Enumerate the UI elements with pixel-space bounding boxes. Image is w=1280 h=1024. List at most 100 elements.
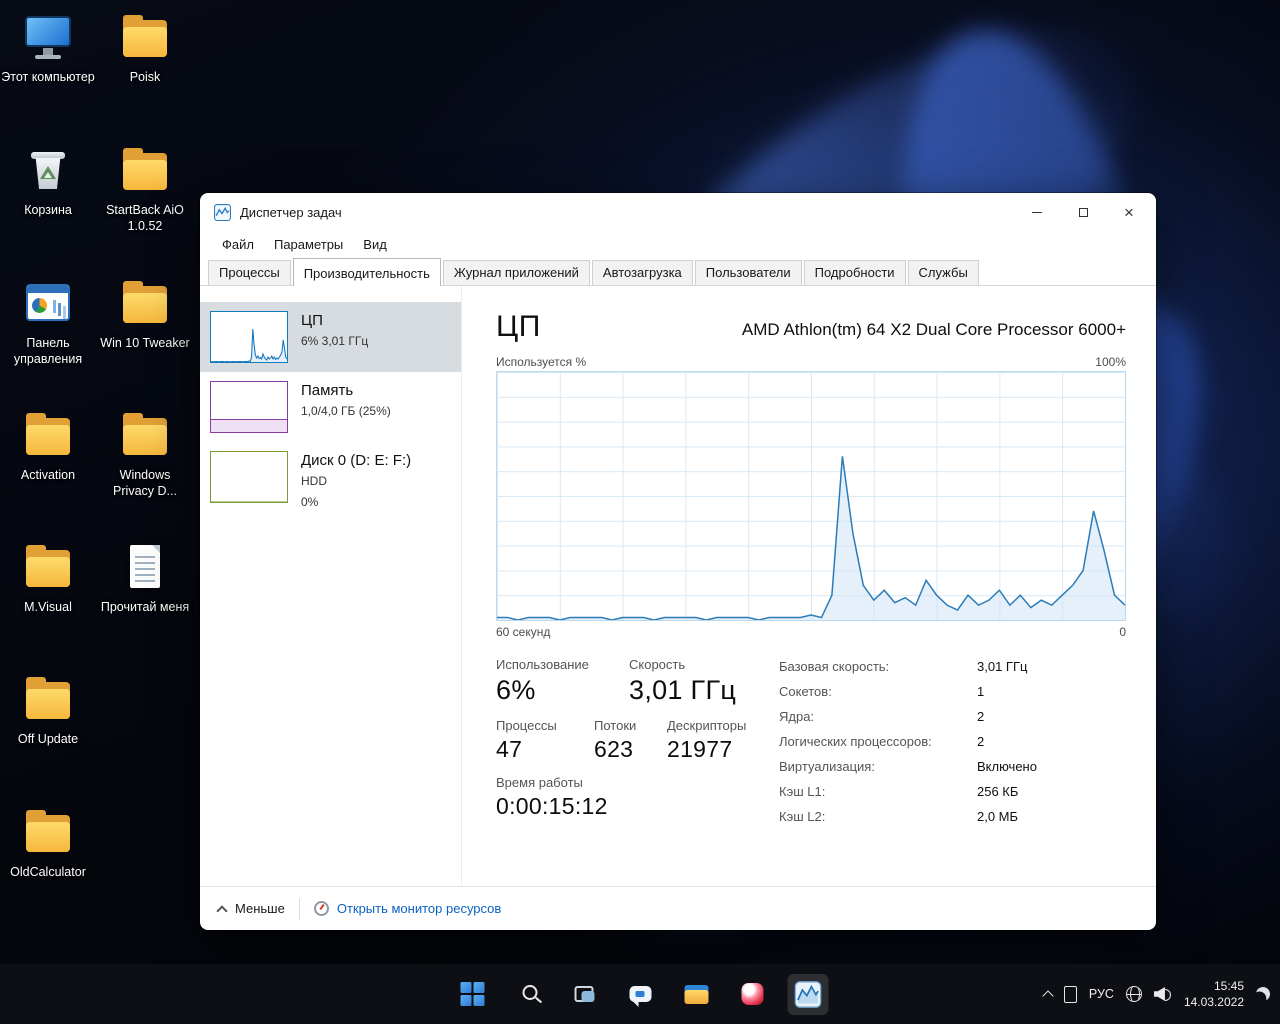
desktop-icon-label: Poisk — [129, 70, 161, 84]
tab-services[interactable]: Службы — [907, 260, 979, 285]
desktop-icon-label: Win 10 Tweaker — [100, 336, 190, 350]
desktop-icon-off-update[interactable]: Off Update — [0, 672, 96, 747]
sidebar-item-disk0[interactable]: Диск 0 (D: E: F:) HDD 0% — [200, 442, 461, 520]
recycle-bin-icon — [21, 143, 75, 197]
tray-status-icon[interactable] — [1063, 985, 1077, 1003]
maximize-button[interactable] — [1060, 193, 1106, 231]
tab-app-history[interactable]: Журнал приложений — [442, 260, 590, 285]
desktop-icon-activation[interactable]: Activation — [0, 408, 96, 483]
sidebar-memory-title: Память — [301, 382, 354, 399]
desktop-icon-label: Корзина — [24, 203, 72, 217]
tab-performance[interactable]: Производительность — [292, 258, 441, 286]
close-icon: × — [1124, 202, 1134, 222]
desktop-icon-this-pc[interactable]: Этот компьютер — [0, 10, 96, 85]
windows-logo-icon — [460, 982, 484, 1006]
graph-max-label: 100% — [1095, 355, 1126, 369]
cpu-details-block: Базовая скорость: 3,01 ГГц Сокетов: 1 Ядра… — [779, 657, 1037, 832]
control-panel-icon — [21, 276, 75, 330]
desktop-icon-startback[interactable]: StartBack AiO 1.0.52 — [97, 143, 193, 235]
title-bar[interactable]: Диспетчер задач × — [200, 193, 1156, 231]
stat-label-speed: Скорость — [629, 657, 686, 672]
detail-value-base-speed: 3,01 ГГц — [977, 659, 1028, 674]
taskbar-clock[interactable]: 15:45 14.03.2022 — [1184, 978, 1244, 1010]
stat-label-uptime: Время работы — [496, 775, 583, 790]
graph-timespan-label: 60 секунд — [496, 625, 551, 639]
desktop-icon-readme[interactable]: Прочитай меня — [97, 540, 193, 615]
folder-icon — [21, 805, 75, 859]
folder-icon — [21, 540, 75, 594]
sidebar-disk-title: Диск 0 (D: E: F:) — [301, 452, 412, 469]
chat-button[interactable] — [620, 974, 661, 1015]
menu-options[interactable]: Параметры — [264, 234, 353, 255]
volume-icon[interactable] — [1154, 987, 1172, 1001]
stat-label-processes: Процессы — [496, 718, 557, 733]
detail-label-virtualization: Виртуализация: — [779, 759, 875, 774]
stat-value-uptime: 0:00:15:12 — [496, 793, 608, 819]
detail-label-base-speed: Базовая скорость: — [779, 659, 890, 674]
sidebar-item-memory[interactable]: Память 1,0/4,0 ГБ (25%) — [200, 372, 461, 442]
task-manager-taskbar-button[interactable] — [787, 973, 829, 1015]
tab-strip: Процессы Производительность Журнал прило… — [200, 257, 1156, 286]
desktop-icon-recycle-bin[interactable]: Корзина — [0, 143, 96, 218]
desktop-icon-win10-tweaker[interactable]: Win 10 Tweaker — [97, 276, 193, 351]
desktop-icon-label: Off Update — [17, 732, 79, 746]
desktop-icon-label: Прочитай меня — [100, 600, 190, 614]
tray-overflow-chevron-icon[interactable] — [1042, 990, 1054, 1002]
fewer-details-button[interactable]: Меньше — [216, 901, 285, 917]
folder-icon — [118, 408, 172, 462]
cpu-usage-chart — [496, 371, 1126, 621]
detail-label-sockets: Сокетов: — [779, 684, 832, 699]
desktop-icon-label: Activation — [20, 468, 76, 482]
network-globe-icon[interactable] — [1125, 986, 1142, 1002]
task-view-button[interactable] — [564, 974, 605, 1015]
menu-view[interactable]: Вид — [353, 234, 397, 255]
open-resource-monitor-link[interactable]: Открыть монитор ресурсов — [313, 901, 501, 916]
desktop-icon-mvisual[interactable]: M.Visual — [0, 540, 96, 615]
system-tray: РУС 15:45 14.03.2022 — [1042, 964, 1272, 1024]
window-footer: Меньше Открыть монитор ресурсов — [200, 886, 1156, 930]
clock-time: 15:45 — [1213, 978, 1244, 993]
cpu-stats-block: Использование 6% Скорость 3,01 ГГц Проце… — [496, 657, 764, 832]
detail-value-logical-processors: 2 — [977, 734, 985, 749]
folder-icon — [21, 408, 75, 462]
detail-value-cores: 2 — [977, 709, 985, 724]
detail-value-l1-cache: 256 КБ — [977, 784, 1019, 799]
folder-icon — [118, 276, 172, 330]
language-indicator[interactable]: РУС — [1089, 987, 1114, 1001]
tab-details[interactable]: Подробности — [803, 260, 906, 285]
media-app-button[interactable] — [732, 974, 773, 1015]
detail-label-logical-processors: Логических процессоров: — [779, 734, 932, 749]
desktop-icon-label: Этот компьютер — [1, 70, 95, 84]
cpu-panel: ЦП AMD Athlon(tm) 64 X2 Dual Core Proces… — [462, 286, 1156, 886]
tab-startup[interactable]: Автозагрузка — [591, 260, 693, 285]
desktop-icon-oldcalculator[interactable]: OldCalculator — [0, 805, 96, 880]
detail-label-l2-cache: Кэш L2: — [779, 809, 826, 824]
desktop-icon-label: StartBack AiO 1.0.52 — [106, 203, 184, 234]
tab-processes[interactable]: Процессы — [208, 260, 291, 285]
sidebar-disk-usage: 0% — [301, 494, 319, 509]
stat-value-processes: 47 — [496, 736, 523, 762]
desktop-icon-poisk[interactable]: Poisk — [97, 10, 193, 85]
graph-utilization-label: Используется % — [496, 355, 587, 369]
detail-value-l2-cache: 2,0 МБ — [977, 809, 1019, 824]
search-button[interactable] — [508, 974, 549, 1015]
desktop-icon-label: OldCalculator — [10, 865, 86, 879]
file-explorer-button[interactable] — [676, 974, 717, 1015]
stat-label-handles: Дескрипторы — [667, 718, 747, 733]
sidebar-item-cpu[interactable]: ЦП 6% 3,01 ГГц — [200, 302, 461, 372]
menu-file[interactable]: Файл — [212, 234, 264, 255]
folder-icon — [118, 143, 172, 197]
focus-assist-icon[interactable] — [1254, 985, 1272, 1003]
tab-users[interactable]: Пользователи — [694, 260, 802, 285]
desktop-icon-windows-privacy[interactable]: Windows Privacy D... — [97, 408, 193, 500]
start-button[interactable] — [452, 974, 493, 1015]
task-manager-window: Диспетчер задач × Файл Параметры Вид Про… — [200, 193, 1156, 930]
minimize-icon — [1032, 211, 1042, 213]
desktop-icon-control-panel[interactable]: Панель управления — [0, 276, 96, 368]
stat-value-utilization: 6% — [496, 675, 536, 705]
close-button[interactable]: × — [1106, 193, 1152, 231]
clock-date: 14.03.2022 — [1183, 995, 1244, 1009]
window-title: Диспетчер задач — [240, 204, 342, 220]
search-icon — [522, 985, 537, 1000]
minimize-button[interactable] — [1014, 193, 1060, 231]
